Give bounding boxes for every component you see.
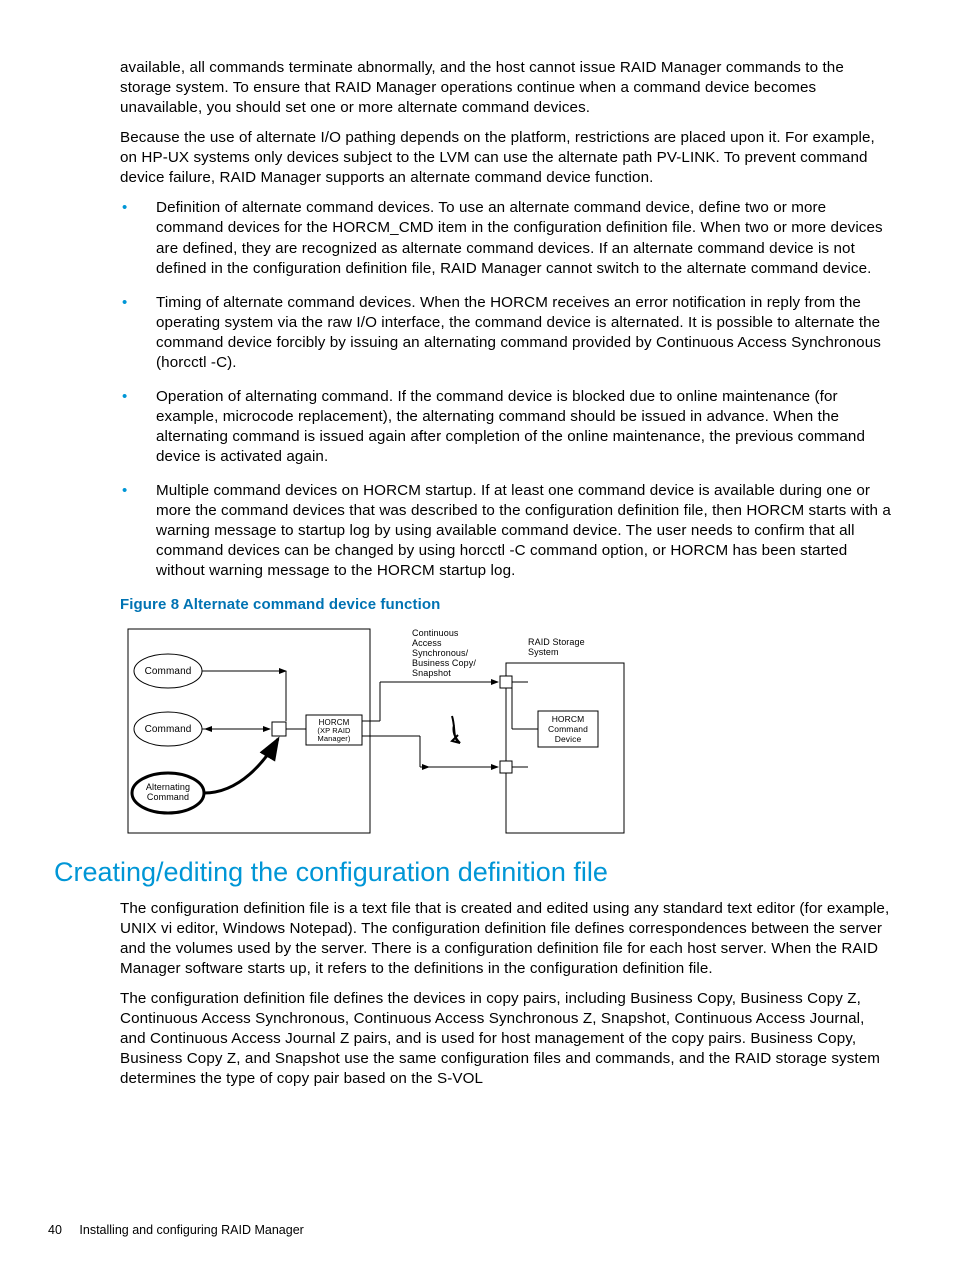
diagram-svg: Command Command Alternating Command HORC… <box>120 621 640 841</box>
figure-caption: Figure 8 Alternate command device functi… <box>120 595 900 615</box>
list-item: Operation of alternating command. If the… <box>120 387 894 467</box>
paragraph: Because the use of alternate I/O pathing… <box>120 128 894 188</box>
page-number: 40 <box>48 1223 62 1237</box>
list-item: Multiple command devices on HORCM startu… <box>120 481 894 581</box>
svg-text:System: System <box>528 647 559 657</box>
svg-text:Snapshot: Snapshot <box>412 668 451 678</box>
svg-text:Command: Command <box>548 724 588 734</box>
diagram-label-cmd2: Command <box>145 724 192 735</box>
paragraph: The configuration definition file define… <box>120 989 894 1089</box>
svg-text:Device: Device <box>555 734 582 744</box>
svg-text:Business Copy/: Business Copy/ <box>412 658 476 668</box>
footer-title: Installing and configuring RAID Manager <box>79 1223 303 1237</box>
list-item: Definition of alternate command devices.… <box>120 198 894 278</box>
list-item: Timing of alternate command devices. Whe… <box>120 293 894 373</box>
paragraph: available, all commands terminate abnorm… <box>120 58 894 118</box>
paragraph: The configuration definition file is a t… <box>120 899 894 979</box>
bullet-list: Definition of alternate command devices.… <box>120 198 900 581</box>
page-footer: 40 Installing and configuring RAID Manag… <box>48 1223 304 1237</box>
svg-text:Synchronous/: Synchronous/ <box>412 648 469 658</box>
diagram-label-alt-line1: Alternating <box>146 782 190 792</box>
diagram-label-alt-line2: Command <box>147 792 189 802</box>
page-content: available, all commands terminate abnorm… <box>0 0 954 1089</box>
svg-text:Manager): Manager) <box>318 734 351 743</box>
svg-text:Access: Access <box>412 638 442 648</box>
svg-text:HORCM: HORCM <box>552 714 585 724</box>
diagram-label-raid: RAID Storage <box>528 637 585 647</box>
section-heading: Creating/editing the configuration defin… <box>54 855 900 891</box>
figure-diagram: Command Command Alternating Command HORC… <box>120 621 900 841</box>
diagram-label-copy: Continuous <box>412 628 459 638</box>
diagram-label-cmd1: Command <box>145 666 192 677</box>
